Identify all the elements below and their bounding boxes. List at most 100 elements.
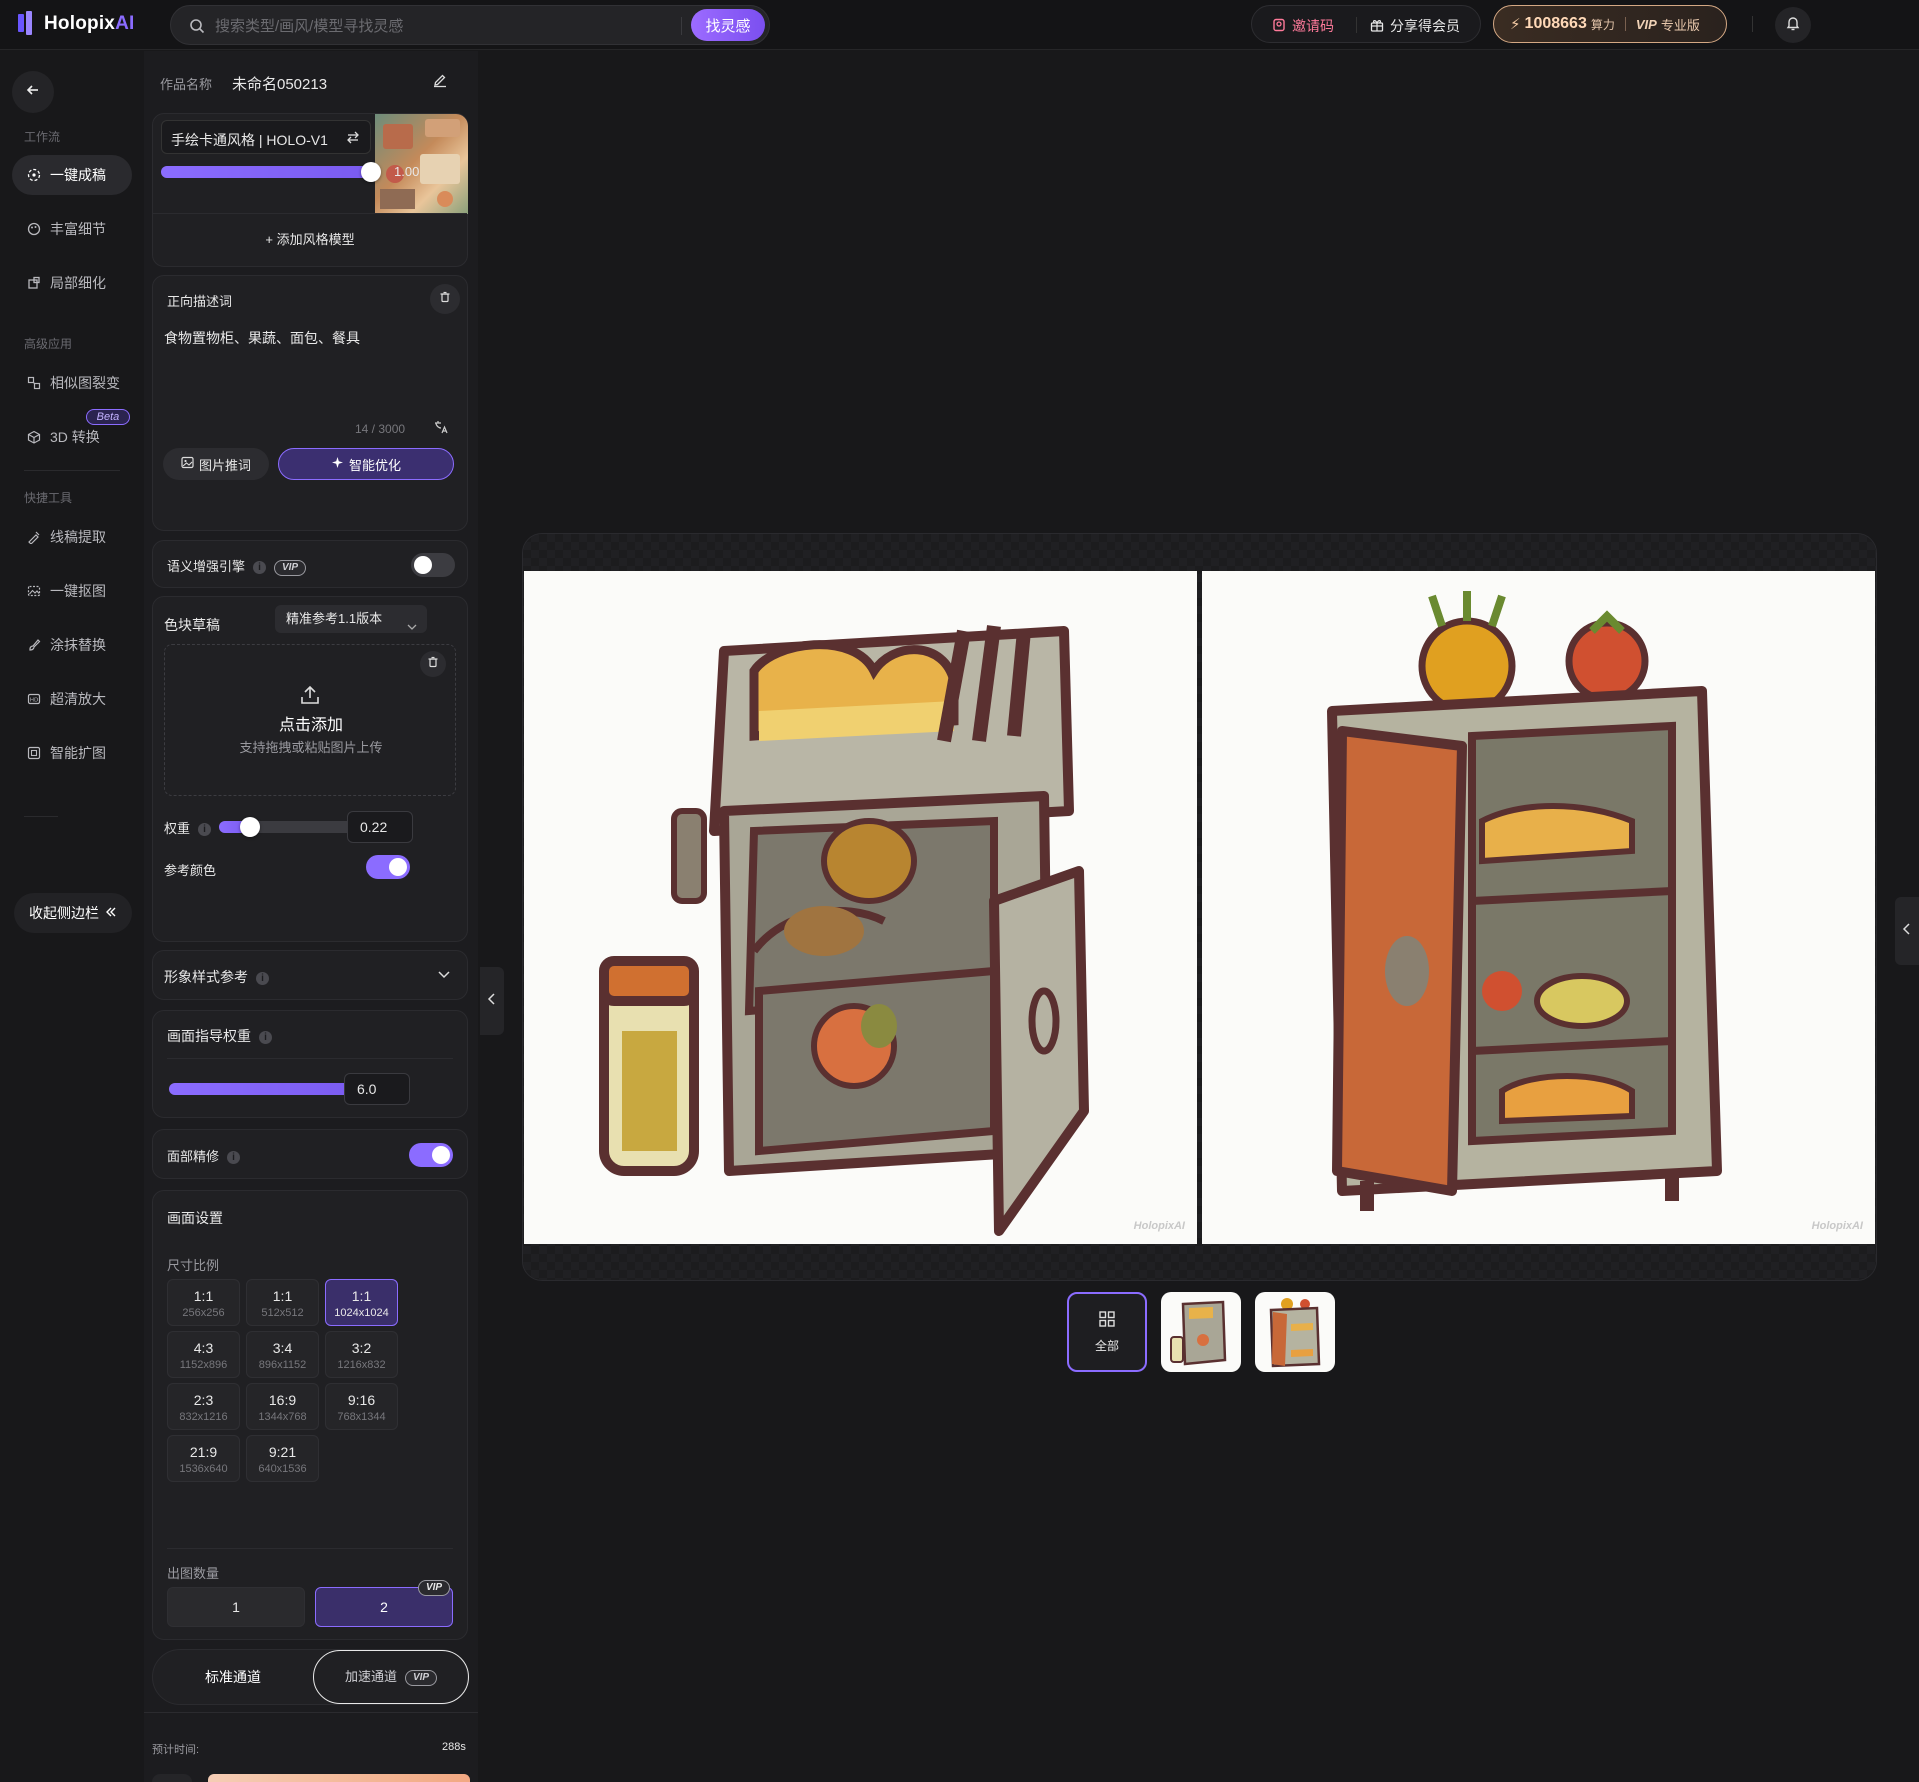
credits-divider: [1624, 17, 1626, 31]
hd-icon: HD: [26, 691, 42, 707]
style-ref-card[interactable]: 形象样式参考 i: [152, 950, 468, 1000]
logo[interactable]: HolopixAI: [18, 11, 134, 37]
semantic-label: 语义增强引擎: [167, 559, 246, 574]
translate-icon[interactable]: [433, 419, 449, 440]
pen-line-icon: [26, 529, 42, 545]
logo-text: Holopix: [44, 13, 116, 34]
ratio-option[interactable]: 16:9 1344x768: [246, 1383, 319, 1430]
info-icon[interactable]: i: [259, 1030, 272, 1044]
thumb-all-button[interactable]: 全部: [1067, 1292, 1147, 1372]
ratio-dimensions: 768x1344: [337, 1411, 386, 1423]
nav-item-lineart[interactable]: 线稿提取: [12, 517, 132, 557]
color-sketch-card: 色块草稿 精准参考1.1版本 点击添加 支持拖拽或粘贴图片上传 权重 i 0.22…: [152, 596, 468, 942]
nav-item-smear-replace[interactable]: 涂抹替换: [12, 625, 132, 665]
face-refine-toggle[interactable]: [409, 1143, 453, 1167]
notification-button[interactable]: [1775, 7, 1811, 43]
collapse-sidebar-button[interactable]: 收起侧边栏: [14, 893, 132, 933]
clear-upload-button[interactable]: [420, 651, 446, 677]
swap-icon[interactable]: [346, 130, 360, 149]
info-icon[interactable]: i: [256, 971, 269, 985]
thumb-image-1[interactable]: [1161, 1292, 1241, 1372]
image-prompt-button[interactable]: 图片推词: [163, 448, 269, 480]
sparkle-icon: [331, 456, 344, 472]
clear-prompt-button[interactable]: [430, 284, 460, 314]
info-icon[interactable]: i: [198, 823, 212, 837]
result-image-2[interactable]: HolopixAI: [1202, 571, 1875, 1244]
count-1-button[interactable]: 1: [167, 1587, 305, 1627]
nav-item-local-refine[interactable]: 局部细化: [12, 263, 132, 303]
card-divider: [167, 1058, 453, 1059]
smart-optimize-button[interactable]: 智能优化: [278, 448, 454, 480]
invite-button[interactable]: 邀请码: [1272, 16, 1334, 36]
nav-item-similar-fission[interactable]: 相似图裂变: [12, 363, 132, 403]
add-style-model-button[interactable]: + 添加风格模型: [153, 229, 467, 248]
style-model-thumbnail: [375, 114, 468, 214]
standard-channel-button[interactable]: 标准通道: [153, 1650, 313, 1704]
info-icon[interactable]: i: [253, 561, 267, 575]
fast-channel-label: 加速通道: [344, 1669, 397, 1684]
style-weight-knob[interactable]: [361, 162, 381, 182]
face-refine-card: 面部精修 i: [152, 1129, 468, 1179]
add-style-label: 添加风格模型: [276, 232, 355, 247]
ratio-option[interactable]: 1:1 1024x1024: [325, 1279, 398, 1326]
guidance-input[interactable]: 6.0: [344, 1073, 410, 1105]
chevron-down-icon: [407, 614, 417, 642]
ratio-value: 16:9: [268, 1392, 297, 1408]
fast-channel-button[interactable]: 加速通道 VIP: [313, 1650, 469, 1704]
search-bar: 找灵感: [170, 5, 770, 45]
weight-knob[interactable]: [240, 817, 260, 837]
eta-label: 预计时间:: [152, 1744, 200, 1756]
nav-item-3d-convert[interactable]: 3D 转换: [12, 417, 132, 457]
toggle-knob: [432, 1146, 450, 1164]
nav-item-rich-detail[interactable]: 丰富细节: [12, 209, 132, 249]
count-2-button[interactable]: 2 VIP: [315, 1580, 453, 1627]
ratio-option[interactable]: 2:3 832x1216: [167, 1383, 240, 1430]
thumb-image-2[interactable]: [1255, 1292, 1335, 1372]
nav-item-outpaint[interactable]: 智能扩图: [12, 733, 132, 773]
ratio-option[interactable]: 9:21 640x1536: [246, 1435, 319, 1482]
prompt-card: 正向描述词 食物置物柜、果蔬、面包、餐具 14 / 3000 图片推词 智能优化: [152, 275, 468, 531]
header-divider: [1752, 16, 1753, 32]
ratio-option[interactable]: 9:16 768x1344: [325, 1383, 398, 1430]
result-image-1[interactable]: HolopixAI: [524, 571, 1197, 1244]
share-button[interactable]: 分享得会员: [1370, 16, 1460, 36]
ratio-dimensions: 512x512: [261, 1307, 304, 1319]
open-history-button[interactable]: [1895, 897, 1919, 965]
version-select[interactable]: 精准参考1.1版本: [275, 605, 427, 633]
style-model-selector[interactable]: 手绘卡通风格 | HOLO-V1: [161, 120, 371, 154]
nav-item-one-click[interactable]: 一键成稿: [12, 155, 132, 195]
prompt-title: 正向描述词: [167, 294, 233, 309]
search-input[interactable]: [215, 14, 685, 38]
ratio-option[interactable]: 1:1 512x512: [246, 1279, 319, 1326]
edit-icon[interactable]: [432, 72, 448, 93]
weight-input[interactable]: 0.22: [347, 811, 413, 843]
upload-dropzone[interactable]: 点击添加 支持拖拽或粘贴图片上传: [164, 644, 456, 796]
ratio-option[interactable]: 4:3 1152x896: [167, 1331, 240, 1378]
ref-color-toggle[interactable]: [366, 855, 410, 879]
ratio-option[interactable]: 21:9 1536x640: [167, 1435, 240, 1482]
info-icon[interactable]: i: [227, 1151, 241, 1165]
prompt-count: 14 / 3000: [355, 422, 406, 436]
credits-value: 1008663: [1524, 15, 1587, 32]
generate-button[interactable]: 生成 ⚡ 8: [208, 1774, 470, 1782]
nav-item-upscale[interactable]: HD 超清放大: [12, 679, 132, 719]
refresh-button[interactable]: [152, 1774, 192, 1782]
weight-slider[interactable]: [219, 817, 359, 837]
find-inspiration-button[interactable]: 找灵感: [691, 9, 765, 41]
palette-icon: [26, 221, 42, 237]
toggle-panel-button[interactable]: [480, 967, 504, 1035]
prompt-text[interactable]: 食物置物柜、果蔬、面包、餐具: [164, 328, 360, 348]
ratio-option[interactable]: 1:1 256x256: [167, 1279, 240, 1326]
credits-badge[interactable]: ⚡ 1008663 算力 VIP 专业版: [1493, 5, 1727, 43]
ratio-option[interactable]: 3:4 896x1152: [246, 1331, 319, 1378]
back-button[interactable]: [12, 71, 54, 113]
ratio-value: 3:2: [351, 1340, 372, 1356]
nav-item-cutout[interactable]: 一键抠图: [12, 571, 132, 611]
fridge-illustration-2: [1327, 591, 1722, 1211]
ratio-value: 9:16: [347, 1392, 376, 1408]
pill-divider: [1356, 17, 1357, 33]
ratio-option[interactable]: 3:2 1216x832: [325, 1331, 398, 1378]
semantic-engine-toggle[interactable]: [411, 553, 455, 577]
guidance-slider[interactable]: [169, 1079, 377, 1099]
style-weight-slider[interactable]: [161, 162, 381, 182]
